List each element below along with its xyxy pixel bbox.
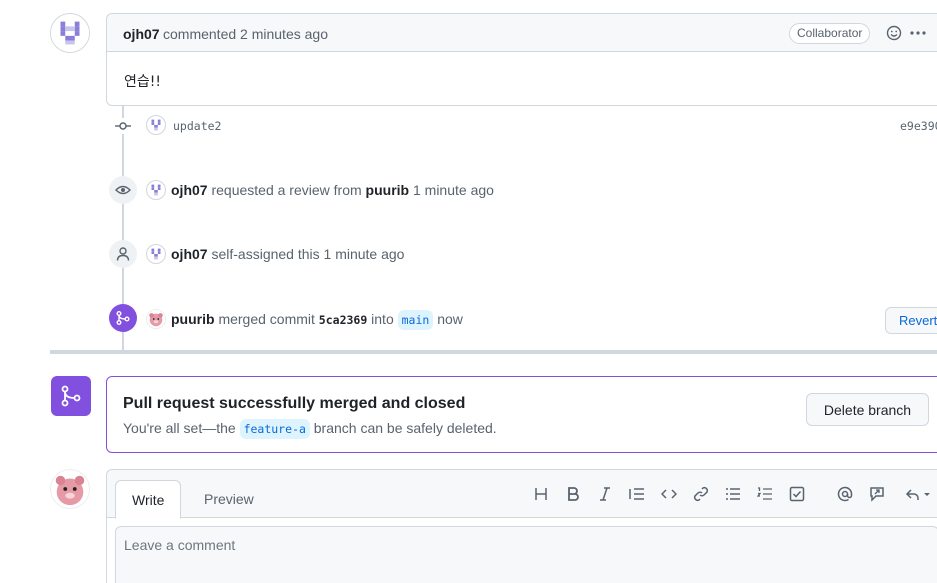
delete-branch-button[interactable]: Delete branch <box>806 393 929 426</box>
merge-event-text: puurib merged commit 5ca2369 into main n… <box>171 310 463 330</box>
base-branch-label[interactable]: main <box>397 310 434 330</box>
timeline-divider <box>50 350 937 354</box>
merged-status-desc: You're all set—the feature-a branch can … <box>123 419 497 439</box>
head-branch-label[interactable]: feature-a <box>239 419 310 439</box>
link-icon[interactable] <box>693 486 709 502</box>
editor-tabbar: Write Preview <box>107 470 937 519</box>
review-actor-avatar[interactable] <box>146 180 166 200</box>
comment-editor: Write Preview Leave a comment <box>106 469 937 583</box>
heading-icon[interactable] <box>533 486 549 502</box>
bold-icon[interactable] <box>565 486 581 502</box>
person-icon <box>116 247 130 261</box>
merged-status-icon-box <box>51 376 91 416</box>
bulleted-list-icon[interactable] <box>725 486 741 502</box>
ojh07-avatar[interactable] <box>50 13 90 53</box>
merge-timestamp[interactable]: now <box>437 311 463 327</box>
assign-actor-avatar[interactable] <box>146 244 166 264</box>
review-event-badge <box>109 176 137 204</box>
review-event-text: ojh07 requested a review from puurib 1 m… <box>171 182 494 198</box>
task-list-icon[interactable] <box>789 486 805 502</box>
commit-author-avatar[interactable] <box>146 115 166 135</box>
tab-write[interactable]: Write <box>115 480 182 519</box>
kebab-horizontal-icon[interactable] <box>908 25 928 41</box>
git-commit-icon <box>115 118 131 134</box>
tab-preview[interactable]: Preview <box>188 480 270 519</box>
merge-commit-link[interactable]: 5ca2369 <box>319 313 367 327</box>
current-user-avatar[interactable] <box>50 469 90 509</box>
mention-icon[interactable] <box>837 486 853 502</box>
comment-header: ojh07 commented 2 minutes ago Collaborat… <box>107 14 937 52</box>
merge-actor-avatar[interactable] <box>146 309 166 329</box>
comment-timestamp[interactable]: commented 2 minutes ago <box>163 26 328 42</box>
review-actor-link[interactable]: ojh07 <box>171 182 208 198</box>
review-timestamp[interactable]: 1 minute ago <box>413 182 494 198</box>
eye-icon <box>115 185 131 195</box>
revert-button[interactable]: Revert <box>885 307 937 334</box>
comment-body: 연습!! <box>124 74 161 90</box>
smiley-icon[interactable] <box>886 25 902 41</box>
commit-sha-link[interactable]: e9e390 <box>900 119 937 133</box>
merge-actor-link[interactable]: puurib <box>171 311 215 327</box>
numbered-list-icon[interactable] <box>757 486 773 502</box>
git-merge-icon <box>61 385 81 407</box>
reference-icon[interactable] <box>869 486 885 502</box>
reviewer-link[interactable]: puurib <box>366 182 410 198</box>
assign-event-badge <box>109 240 137 268</box>
reply-icon[interactable] <box>905 486 933 502</box>
assign-event-text: ojh07 self-assigned this 1 minute ago <box>171 246 405 262</box>
code-icon[interactable] <box>661 486 677 502</box>
comment-author[interactable]: ojh07 <box>123 26 160 42</box>
merged-status-box: Pull request successfully merged and clo… <box>106 376 937 453</box>
italic-icon[interactable] <box>597 486 613 502</box>
assign-actor-link[interactable]: ojh07 <box>171 246 208 262</box>
collaborator-badge: Collaborator <box>789 23 871 44</box>
merged-status-title: Pull request successfully merged and clo… <box>123 395 466 412</box>
comment-card: ojh07 commented 2 minutes ago Collaborat… <box>106 13 937 106</box>
quote-icon[interactable] <box>629 486 645 502</box>
commit-message-link[interactable]: update2 <box>173 119 221 133</box>
git-merge-icon <box>116 311 130 325</box>
merged-event-badge <box>109 304 137 332</box>
comment-textarea[interactable]: Leave a comment <box>115 526 937 583</box>
